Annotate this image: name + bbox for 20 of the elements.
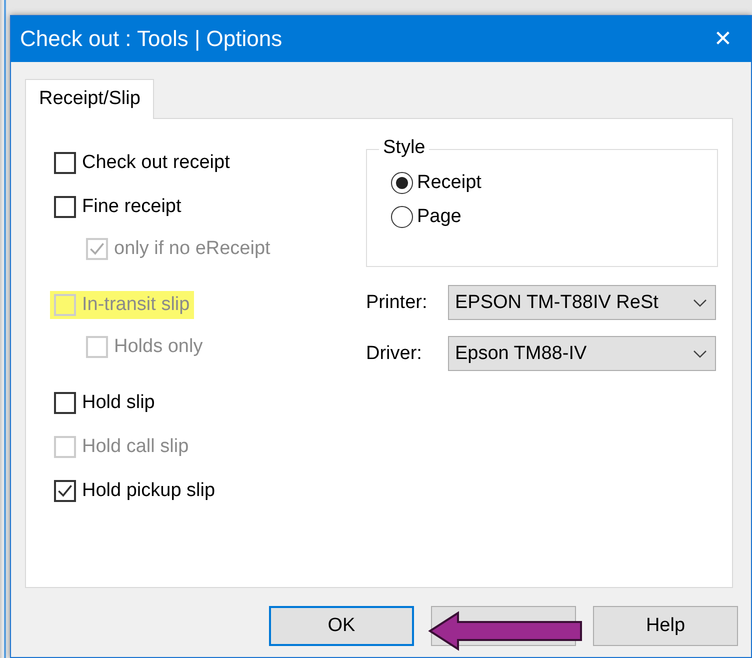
chevron-down-icon [693,350,707,358]
printer-dropdown[interactable]: EPSON TM-T88IV ReSt [448,285,716,320]
window-title: Check out : Tools | Options [20,26,282,52]
ok-button[interactable]: OK [269,606,414,646]
driver-label: Driver: [366,342,423,364]
chevron-down-icon [693,298,707,306]
checkbox[interactable]: Hold pickup slip [54,477,220,505]
printer-label: Printer: [366,292,428,314]
driver-dropdown[interactable]: Epson TM88-IV [448,336,716,371]
help-button[interactable]: Help [593,606,738,646]
group-title: Style [379,137,430,159]
checkbox[interactable]: Fine receipt [54,193,186,221]
checkmark-icon [88,240,106,258]
checkmark-icon [56,482,74,500]
checkbox[interactable]: Hold slip [54,389,159,417]
tab[interactable]: Receipt/Slip [25,79,154,119]
radio-button[interactable]: Receipt [391,172,717,194]
radio-button[interactable]: Page [391,206,717,228]
checkbox[interactable]: Check out receipt [54,149,234,177]
close-button[interactable]: ✕ [695,16,751,62]
